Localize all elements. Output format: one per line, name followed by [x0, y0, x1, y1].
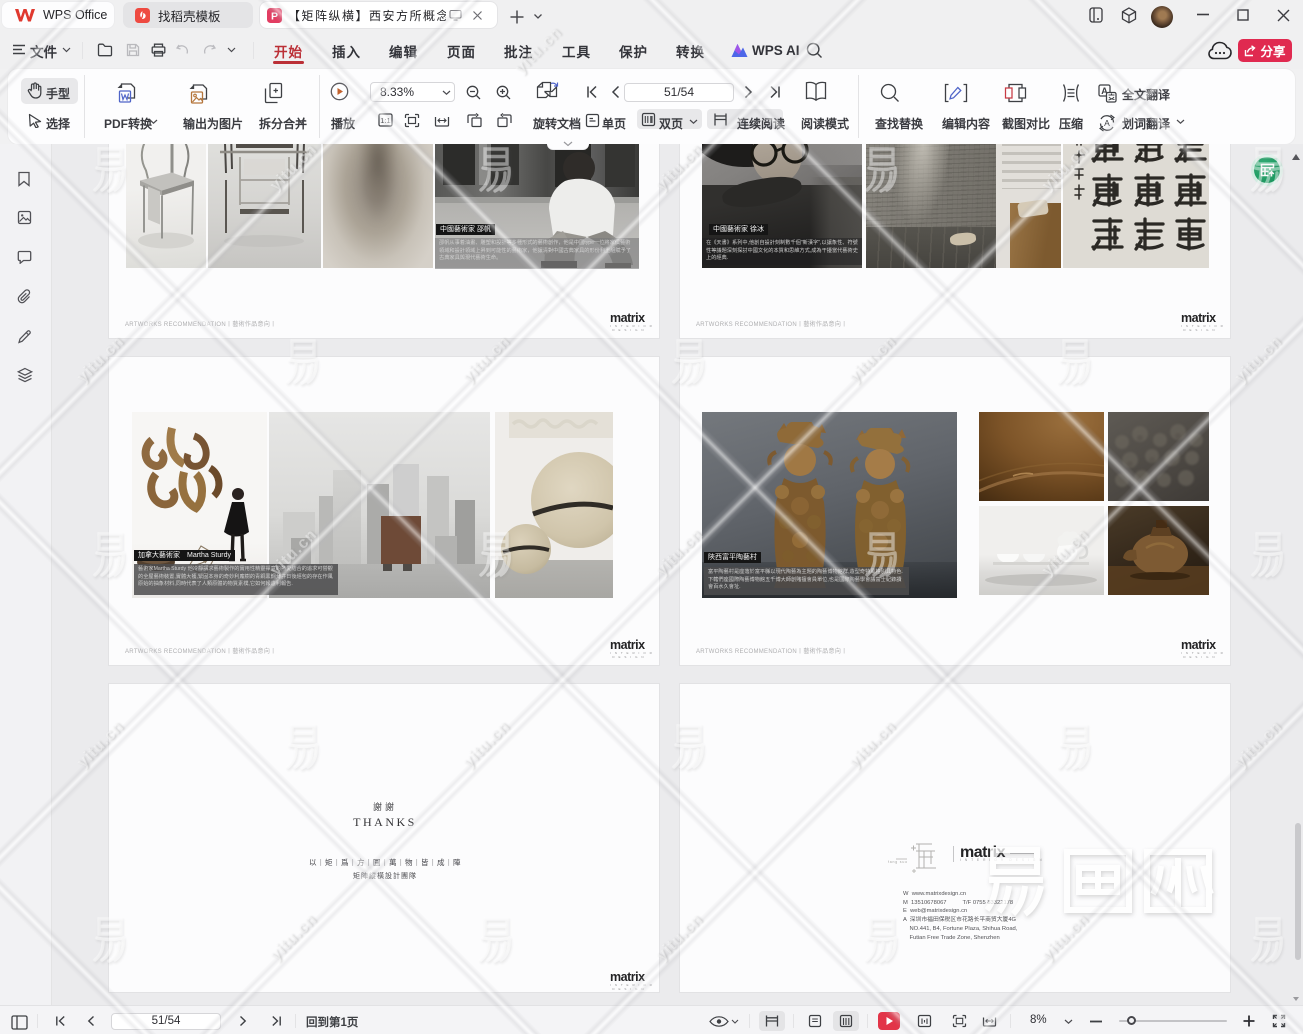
- svg-text:1:1: 1:1: [380, 116, 390, 125]
- svg-text:A: A: [1104, 118, 1110, 128]
- svg-text:P: P: [271, 10, 278, 22]
